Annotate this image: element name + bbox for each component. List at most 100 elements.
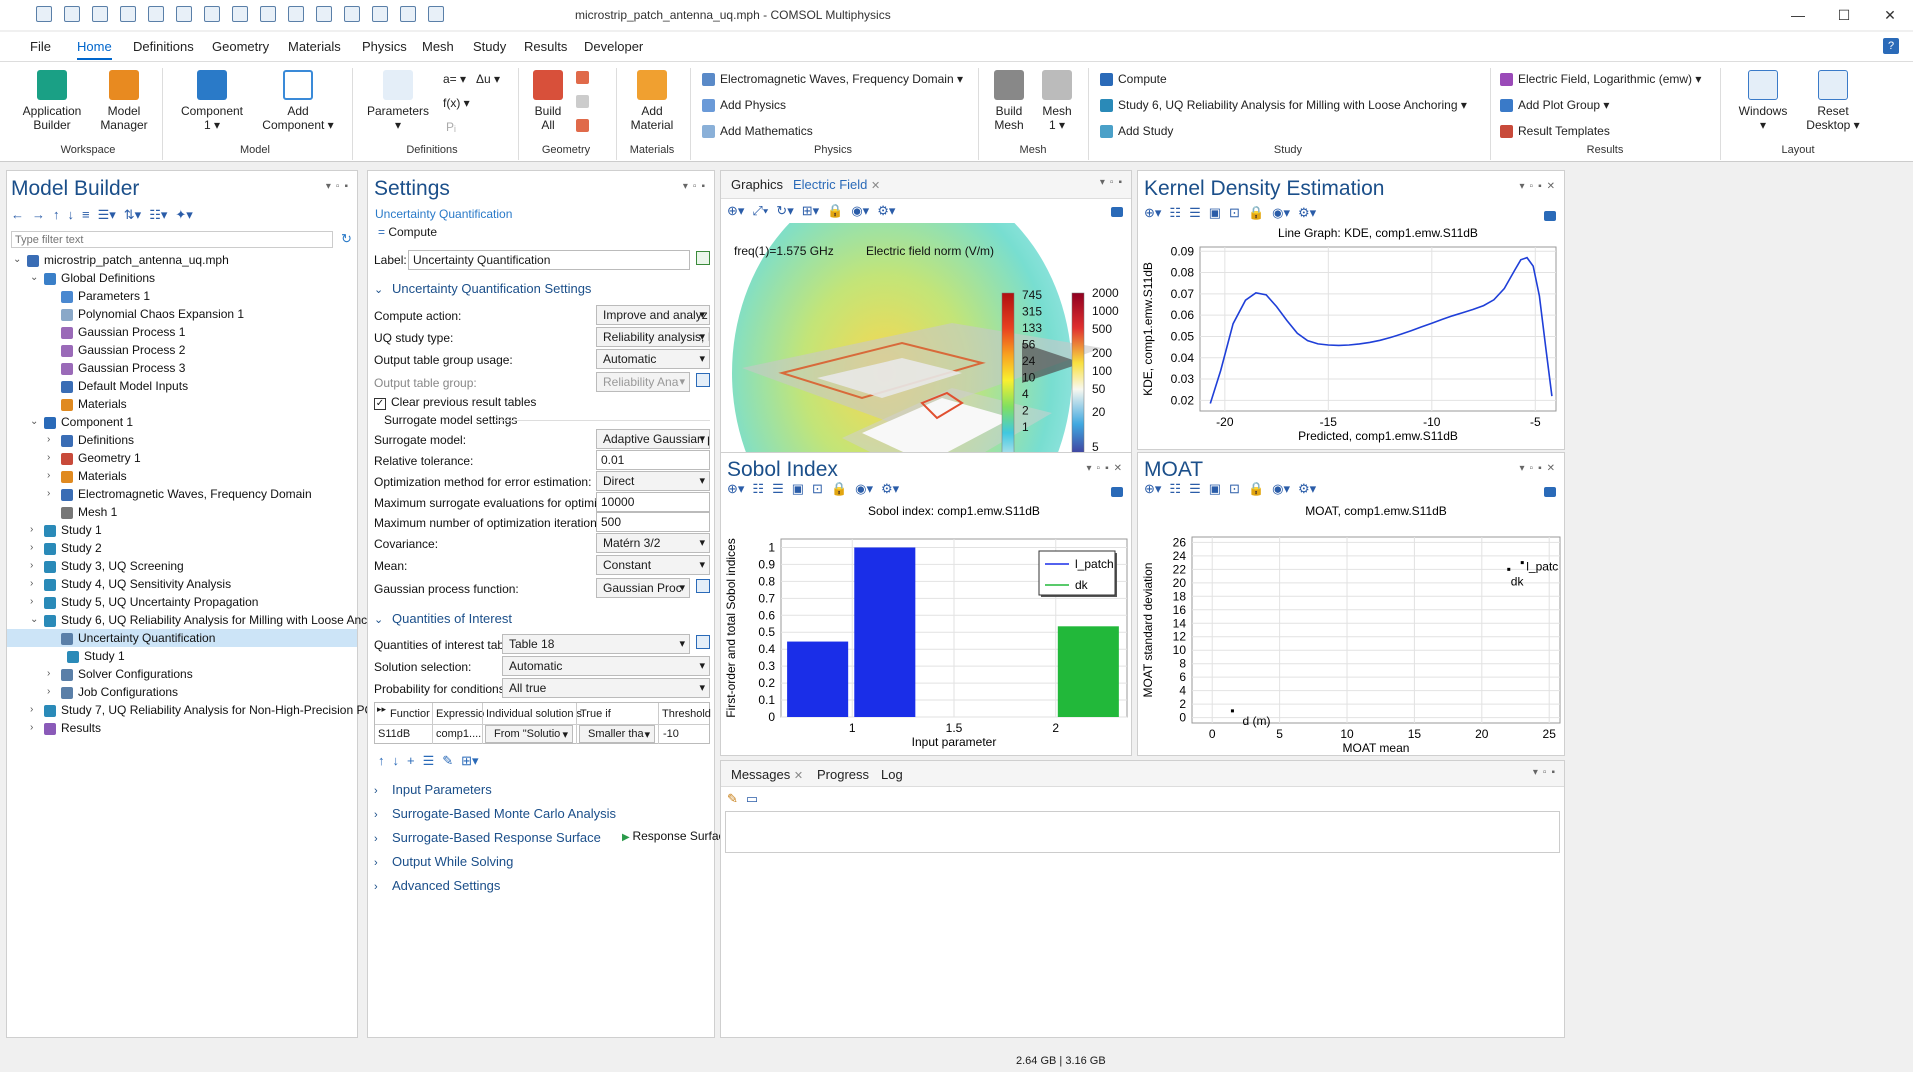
table-icon[interactable]: ☰	[1189, 481, 1201, 497]
go-to-source-icon[interactable]	[696, 579, 710, 593]
panel-controls[interactable]: ▾▫▪✕	[1520, 463, 1561, 474]
section-output-while-solving[interactable]: › Output While Solving	[374, 854, 513, 869]
layout-icon[interactable]: ▣	[1209, 205, 1221, 221]
geometry-shape-button[interactable]	[576, 94, 594, 109]
output-group-select[interactable]: Reliability Ana	[596, 372, 690, 392]
windows-button[interactable]: Windows ▾	[1730, 70, 1796, 132]
parameter-case-button[interactable]: Pᵢ	[446, 120, 456, 134]
expand-toggle-icon[interactable]: ›	[30, 560, 33, 571]
relative-tolerance-field[interactable]: 0.01	[596, 450, 710, 470]
undo-icon[interactable]	[148, 6, 164, 22]
solution-selection-select[interactable]: Automatic	[502, 656, 710, 676]
tree-item[interactable]: Study 3, UQ Screening	[44, 557, 184, 575]
rotate-icon[interactable]: ↻▾	[776, 203, 793, 219]
compute-button[interactable]: Compute	[1100, 72, 1167, 87]
redo-icon[interactable]	[176, 6, 192, 22]
surrogate-model-select[interactable]: Adaptive Gaussian p	[596, 429, 710, 449]
section-response-surface[interactable]: › Surrogate-Based Response Surface	[374, 830, 601, 845]
table-options-icon[interactable]: ⊞▾	[461, 753, 478, 769]
close-tab-icon[interactable]: ✕	[871, 180, 880, 192]
expand-toggle-icon[interactable]: ›	[47, 434, 50, 445]
tree-item[interactable]: Results	[44, 719, 101, 737]
clear-messages-icon[interactable]: ✎	[727, 791, 738, 807]
tree-item[interactable]: Study 1	[44, 521, 102, 539]
expand-toggle-icon[interactable]: ›	[30, 722, 33, 733]
delete-row-icon[interactable]: ☰	[423, 753, 435, 769]
parameters-button[interactable]: Parameters ▾	[362, 70, 434, 132]
tree-item[interactable]: Study 4, UQ Sensitivity Analysis	[44, 575, 231, 593]
image-snapshot-icon[interactable]	[1544, 211, 1556, 221]
add-study-button[interactable]: Add Study	[1100, 124, 1173, 139]
zoom-icon[interactable]: ⊕▾	[727, 203, 744, 219]
uq-type-select[interactable]: Reliability analysis, I	[596, 327, 710, 347]
tree-item[interactable]: Geometry 1	[61, 449, 141, 467]
geometry-array-button[interactable]	[576, 118, 594, 133]
result-templates-button[interactable]: Result Templates	[1500, 124, 1610, 139]
expand-toggle-icon[interactable]: ⌄	[30, 614, 38, 625]
menu-geometry[interactable]: Geometry	[212, 39, 269, 54]
tree-item[interactable]: Polynomial Chaos Expansion 1	[61, 305, 244, 323]
model-manager-button[interactable]: Model Manager	[92, 70, 156, 132]
tree-item[interactable]: Study 2	[44, 539, 102, 557]
tree-item[interactable]: Mesh 1	[61, 503, 117, 521]
study-select[interactable]: Study 6, UQ Reliability Analysis for Mil…	[1100, 98, 1467, 113]
gp-function-select[interactable]: Gaussian Proc	[596, 578, 690, 598]
expand-toggle-icon[interactable]: ⌄	[30, 272, 38, 283]
zoom-icon[interactable]: ⊕▾	[1144, 205, 1161, 221]
tab-log[interactable]: Log	[881, 767, 903, 782]
tree-item[interactable]: Parameters 1	[61, 287, 150, 305]
menu-home[interactable]: Home	[77, 39, 112, 60]
expand-toggle-icon[interactable]: ›	[47, 452, 50, 463]
tree-item[interactable]: Definitions	[61, 431, 134, 449]
compute-button[interactable]: = Compute	[378, 225, 437, 239]
kde-chart[interactable]: -20 -15 -10 -5 0.02 0.03 0.04 0.05 0.06 0.07 0.08 0…	[1138, 223, 1564, 449]
label-field[interactable]: Uncertainty Quantification	[408, 250, 690, 270]
table-icon[interactable]: ☰	[1189, 205, 1201, 221]
covariance-select[interactable]: Matérn 3/2	[596, 533, 710, 553]
tree-item[interactable]: Materials	[61, 395, 127, 413]
delta-u-button[interactable]: Δu ▾	[476, 72, 500, 86]
add-physics-button[interactable]: Add Physics	[702, 98, 786, 113]
expand-toggle-icon[interactable]: ›	[47, 668, 50, 679]
panel-controls[interactable]: ▾▫▪	[326, 181, 353, 192]
maximize-button[interactable]: ☐	[1821, 0, 1867, 30]
tree-item[interactable]: Gaussian Process 2	[61, 341, 185, 359]
camera-icon[interactable]: ◉▾	[1272, 481, 1290, 497]
add-component-button[interactable]: Add Component ▾	[258, 70, 338, 132]
table-icon[interactable]: ☰	[772, 481, 784, 497]
tree-item[interactable]: microstrip_patch_antenna_uq.mph	[27, 251, 229, 269]
tree-item[interactable]: Study 5, UQ Uncertainty Propagation	[44, 593, 258, 611]
layout-icon[interactable]: ▣	[792, 481, 804, 497]
show-icon[interactable]: ☰▾	[98, 207, 116, 223]
minimize-button[interactable]: —	[1775, 0, 1821, 30]
compute-action-select[interactable]: Improve and analyz	[596, 305, 710, 325]
axis-icon[interactable]: ⤢▾	[752, 203, 768, 219]
grid-icon[interactable]: ☷	[752, 481, 764, 497]
duplicate-icon[interactable]	[288, 6, 304, 22]
expand-icon[interactable]: ▸▸	[377, 704, 386, 715]
expand-toggle-icon[interactable]: ›	[47, 470, 50, 481]
tree-item[interactable]: Gaussian Process 3	[61, 359, 185, 377]
camera-icon[interactable]: ◉▾	[1272, 205, 1290, 221]
image-snapshot-icon[interactable]	[1544, 487, 1556, 497]
geometry-import-button[interactable]	[576, 70, 594, 85]
forward-icon[interactable]: →	[32, 207, 45, 223]
image-snapshot-icon[interactable]	[1111, 487, 1123, 497]
tree-item[interactable]: Materials	[61, 467, 127, 485]
expand-toggle-icon[interactable]: ›	[47, 686, 50, 697]
probability-conditions-select[interactable]: All true	[502, 678, 710, 698]
section-monte-carlo[interactable]: › Surrogate-Based Monte Carlo Analysis	[374, 806, 616, 821]
tab-graphics[interactable]: Graphics	[731, 177, 783, 192]
build-mesh-button[interactable]: Build Mesh	[988, 70, 1030, 132]
sobol-chart[interactable]: 1 1.5 2 0 0.1 0.2 0.3 0.4 0.5 0.6 0.7 0.8 0.9 1 Sobol …	[721, 501, 1131, 755]
help-button[interactable]: ?	[1883, 38, 1899, 54]
customize-icon[interactable]	[428, 6, 444, 22]
down-icon[interactable]: ↓	[68, 207, 75, 223]
zoom-icon[interactable]: ⊕▾	[727, 481, 744, 497]
physics-interface-select[interactable]: Electromagnetic Waves, Frequency Domain …	[702, 72, 963, 87]
tree-item[interactable]: Global Definitions	[44, 269, 155, 287]
menu-definitions[interactable]: Definitions	[133, 39, 194, 54]
close-tab-icon[interactable]: ✕	[794, 770, 803, 782]
lock-icon[interactable]: 🔒	[1248, 205, 1264, 221]
functions-button[interactable]: f(x) ▾	[443, 96, 470, 110]
